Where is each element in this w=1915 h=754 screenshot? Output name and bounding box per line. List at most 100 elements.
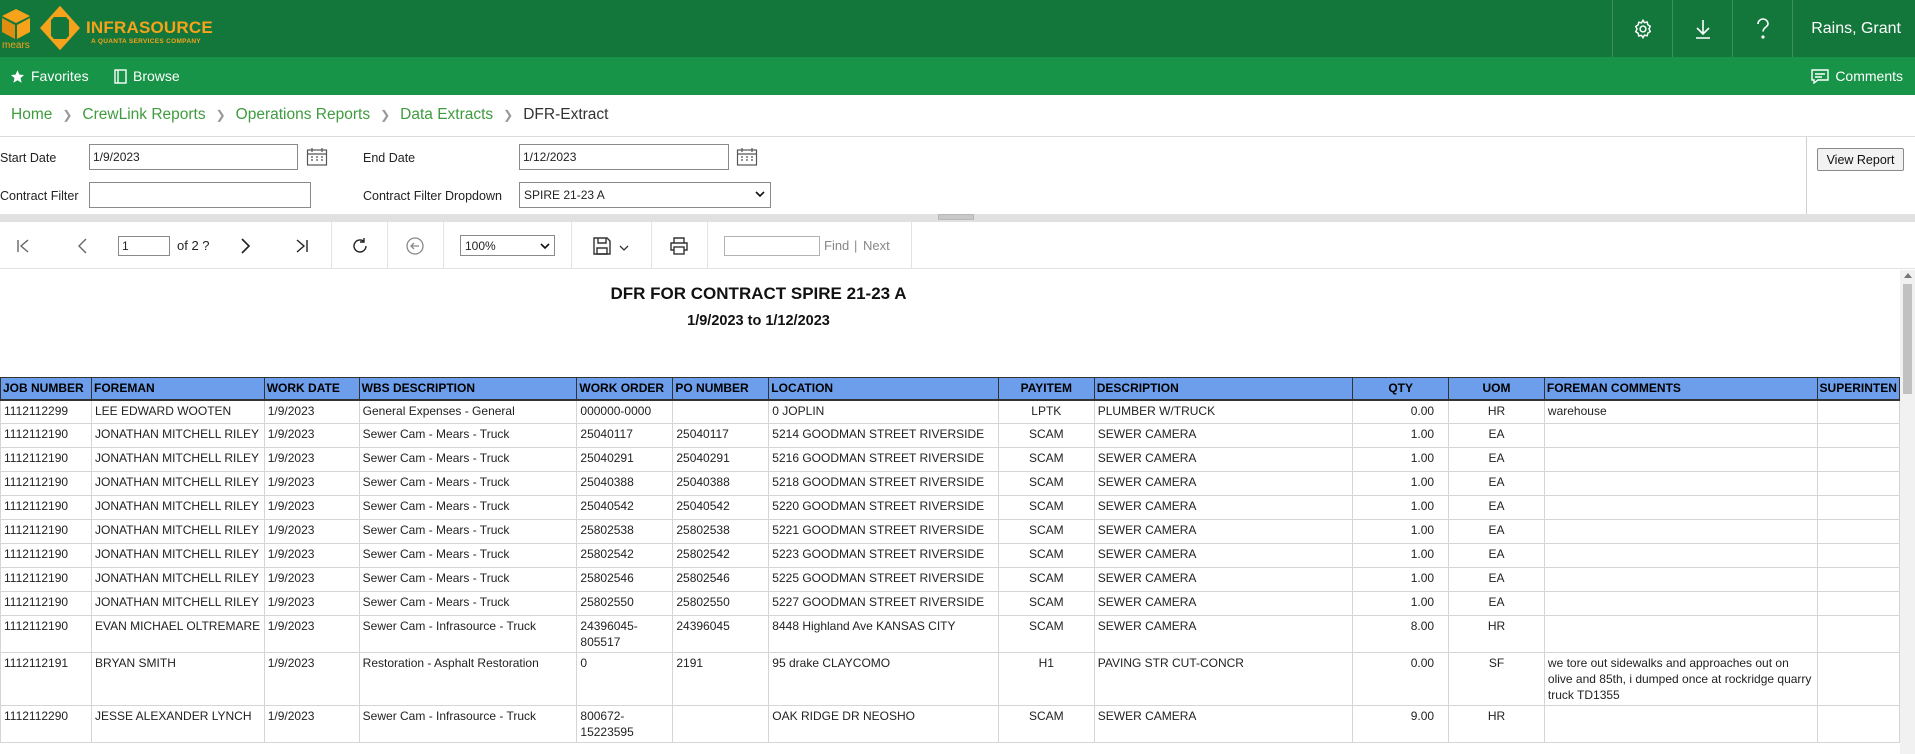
table-cell	[1543, 519, 1818, 544]
end-date-input[interactable]: 1/12/2023	[519, 144, 729, 170]
browse-label: Browse	[133, 68, 180, 84]
download-button[interactable]	[1672, 0, 1732, 57]
table-cell: 1112112191	[0, 652, 92, 706]
find-input[interactable]	[724, 236, 820, 256]
table-cell: 1112112190	[0, 615, 92, 653]
table-cell	[1543, 447, 1818, 472]
last-page-icon[interactable]	[292, 236, 312, 256]
download-icon	[1695, 19, 1710, 39]
contract-filter-input[interactable]	[89, 182, 311, 208]
table-cell: SF	[1448, 652, 1545, 706]
table-cell: 1.00	[1352, 567, 1450, 592]
table-cell: 25040388	[672, 471, 770, 496]
vertical-scrollbar[interactable]	[1900, 270, 1915, 754]
save-export-icon[interactable]	[592, 236, 612, 256]
table-cell: Sewer Cam - Mears - Truck	[358, 447, 578, 472]
page-count-label: of 2 ?	[177, 238, 210, 253]
table-cell: SEWER CAMERA	[1093, 519, 1354, 544]
table-cell: 25040117	[672, 423, 770, 448]
table-cell: SEWER CAMERA	[1093, 567, 1354, 592]
back-to-parent-icon[interactable]	[405, 236, 425, 256]
company-logo[interactable]: mears INFRASOURCE A QUANTA SERVICES COMP…	[0, 0, 230, 57]
calendar-icon[interactable]	[306, 147, 328, 167]
find-next-link[interactable]: Next	[863, 238, 890, 253]
browse-link[interactable]: Browse	[114, 57, 180, 95]
table-cell: 0	[576, 652, 674, 706]
chevron-down-icon[interactable]	[619, 244, 629, 252]
table-row: 1112112290 JESSE ALEXANDER LYNCH 1/9/2023 S…	[0, 705, 1900, 743]
table-cell: Sewer Cam - Mears - Truck	[358, 567, 578, 592]
contract-filter-dropdown[interactable]: SPIRE 21-23 A	[519, 182, 771, 208]
calendar-icon[interactable]	[736, 147, 758, 167]
table-row: 1112112190 JONATHAN MITCHELL RILEY 1/9/202…	[0, 567, 1900, 592]
table-cell: SCAM	[997, 471, 1095, 496]
table-cell: JONATHAN MITCHELL RILEY	[90, 543, 265, 568]
table-row: 1112112190 JONATHAN MITCHELL RILEY 1/9/202…	[0, 591, 1900, 616]
first-page-icon[interactable]	[13, 236, 33, 256]
breadcrumb-operations-reports[interactable]: Operations Reports	[236, 106, 370, 124]
table-cell: 25802550	[672, 591, 770, 616]
table-cell: 5223 GOODMAN STREET RIVERSIDE	[768, 543, 999, 568]
table-cell: SCAM	[997, 567, 1095, 592]
contract-filter-label: Contract Filter	[0, 189, 79, 203]
table-cell: 000000-0000	[576, 399, 674, 424]
table-cell: SCAM	[997, 423, 1095, 448]
next-page-icon[interactable]	[235, 236, 255, 256]
table-cell: SCAM	[997, 519, 1095, 544]
breadcrumb-home[interactable]: Home	[11, 106, 52, 124]
table-cell: 5218 GOODMAN STREET RIVERSIDE	[768, 471, 999, 496]
table-cell: JONATHAN MITCHELL RILEY	[90, 591, 265, 616]
breadcrumb-data-extracts[interactable]: Data Extracts	[400, 106, 493, 124]
settings-button[interactable]	[1612, 0, 1672, 57]
column-header: JOB NUMBER	[0, 377, 92, 401]
previous-page-icon[interactable]	[73, 236, 93, 256]
table-cell: EA	[1448, 567, 1545, 592]
zoom-select[interactable]: 100%	[460, 235, 555, 256]
table-cell	[1816, 567, 1900, 592]
table-row: 1112112190 JONATHAN MITCHELL RILEY 1/9/202…	[0, 471, 1900, 496]
table-cell: 1/9/2023	[263, 705, 360, 743]
parameter-splitter[interactable]	[0, 214, 1915, 222]
table-cell: SCAM	[997, 615, 1095, 653]
table-cell: JESSE ALEXANDER LYNCH	[90, 705, 265, 743]
page-number-input[interactable]: 1	[118, 236, 170, 256]
table-cell: 1/9/2023	[263, 447, 360, 472]
table-cell	[1543, 705, 1818, 743]
breadcrumb-crewlink-reports[interactable]: CrewLink Reports	[82, 106, 205, 124]
chevron-down-icon	[755, 191, 765, 198]
table-cell: Sewer Cam - Infrasource - Truck	[358, 615, 578, 653]
scrollbar-thumb[interactable]	[1903, 284, 1912, 394]
back-group	[388, 222, 444, 269]
splitter-handle[interactable]	[938, 214, 974, 220]
print-icon[interactable]	[669, 236, 689, 256]
report-parameters: Start Date 1/9/2023 End Date 1/12/2023 C…	[0, 136, 1915, 215]
table-cell: SCAM	[997, 543, 1095, 568]
table-cell: EA	[1448, 543, 1545, 568]
table-row: 1112112190 JONATHAN MITCHELL RILEY 1/9/202…	[0, 495, 1900, 520]
table-cell: 1.00	[1352, 495, 1450, 520]
table-cell: 1/9/2023	[263, 591, 360, 616]
favorites-link[interactable]: Favorites	[10, 57, 89, 95]
table-cell: General Expenses - General	[358, 399, 578, 424]
table-row: 1112112299 LEE EDWARD WOOTEN 1/9/2023 Gener…	[0, 399, 1900, 424]
table-cell: Sewer Cam - Mears - Truck	[358, 495, 578, 520]
table-cell: LEE EDWARD WOOTEN	[90, 399, 265, 424]
help-button[interactable]	[1732, 0, 1792, 57]
view-report-button[interactable]: View Report	[1817, 148, 1904, 171]
refresh-icon[interactable]	[350, 236, 370, 256]
find-link[interactable]: Find	[824, 238, 849, 253]
table-cell: JONATHAN MITCHELL RILEY	[90, 471, 265, 496]
table-cell: 25040117	[576, 423, 674, 448]
table-cell: 1/9/2023	[263, 567, 360, 592]
table-cell: 5220 GOODMAN STREET RIVERSIDE	[768, 495, 999, 520]
table-cell: 1112112190	[0, 567, 92, 592]
scroll-up-arrow[interactable]	[1904, 273, 1912, 278]
start-date-input[interactable]: 1/9/2023	[89, 144, 298, 170]
table-cell: PAVING STR CUT-CONCR	[1093, 652, 1354, 706]
user-menu[interactable]: Rains, Grant	[1792, 0, 1915, 57]
table-cell: Sewer Cam - Mears - Truck	[358, 423, 578, 448]
table-cell: 5227 GOODMAN STREET RIVERSIDE	[768, 591, 999, 616]
comments-link[interactable]: Comments	[1811, 57, 1903, 95]
table-cell	[1543, 471, 1818, 496]
table-cell: 25040542	[576, 495, 674, 520]
